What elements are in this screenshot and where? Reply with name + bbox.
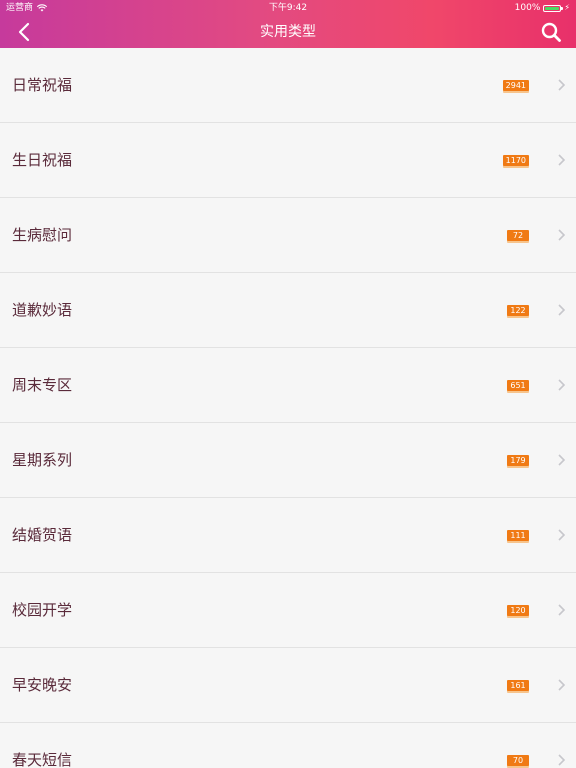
status-bar: 运营商 下午9:42 100% ⚡ (0, 0, 576, 16)
chevron-right-icon (558, 79, 566, 91)
chevron-right-icon (558, 304, 566, 316)
battery-group: 100% ⚡ (515, 0, 570, 16)
count-badge: 651 (507, 380, 529, 391)
count-badge: 161 (507, 680, 529, 691)
header-bar: 运营商 下午9:42 100% ⚡ 实用类型 (0, 0, 576, 48)
list-item-label: 日常祝福 (12, 76, 73, 94)
chevron-right-icon (558, 454, 566, 466)
category-list: 日常祝福 2941 生日祝福 1170 生病慰问 72 道歉妙语 122 周末专区 651 星期系列… (0, 48, 576, 768)
charging-icon: ⚡ (564, 3, 570, 12)
count-badge: 120 (507, 605, 529, 616)
chevron-right-icon (558, 679, 566, 691)
search-icon[interactable] (540, 21, 562, 43)
list-item[interactable]: 春天短信 70 (0, 723, 576, 768)
list-item[interactable]: 结婚贺语 111 (0, 498, 576, 573)
battery-icon (543, 4, 564, 12)
list-item-label: 周末专区 (12, 376, 73, 394)
count-badge: 122 (507, 305, 529, 316)
list-item[interactable]: 日常祝福 2941 (0, 48, 576, 123)
app-screen: 运营商 下午9:42 100% ⚡ 实用类型 日常祝福 2941 生日祝福 11… (0, 0, 576, 768)
chevron-right-icon (558, 529, 566, 541)
chevron-right-icon (558, 379, 566, 391)
navigation-bar: 实用类型 (0, 16, 576, 48)
list-item[interactable]: 生病慰问 72 (0, 198, 576, 273)
list-item[interactable]: 道歉妙语 122 (0, 273, 576, 348)
list-item-label: 校园开学 (12, 601, 73, 619)
page-title: 实用类型 (260, 24, 316, 40)
battery-fill (545, 6, 560, 10)
list-item[interactable]: 周末专区 651 (0, 348, 576, 423)
chevron-right-icon (558, 229, 566, 241)
count-badge: 72 (507, 230, 529, 241)
count-badge: 70 (507, 755, 529, 766)
list-item-label: 结婚贺语 (12, 526, 73, 544)
count-badge: 1170 (502, 155, 529, 166)
count-badge: 179 (507, 455, 529, 466)
count-badge: 2941 (502, 80, 529, 91)
list-item-label: 生日祝福 (12, 151, 73, 169)
list-item-label: 春天短信 (12, 751, 73, 768)
count-badge: 111 (507, 530, 529, 541)
list-item-label: 早安晚安 (12, 676, 73, 694)
list-item[interactable]: 生日祝福 1170 (0, 123, 576, 198)
list-item-label: 星期系列 (12, 451, 73, 469)
battery-percent: 100% (514, 3, 541, 13)
chevron-right-icon (558, 604, 566, 616)
list-item-label: 道歉妙语 (12, 301, 73, 319)
list-item[interactable]: 早安晚安 161 (0, 648, 576, 723)
list-item[interactable]: 校园开学 120 (0, 573, 576, 648)
chevron-right-icon (558, 154, 566, 166)
list-item-label: 生病慰问 (12, 226, 73, 244)
status-time: 下午9:42 (268, 3, 308, 13)
list-item[interactable]: 星期系列 179 (0, 423, 576, 498)
chevron-right-icon (558, 754, 566, 766)
